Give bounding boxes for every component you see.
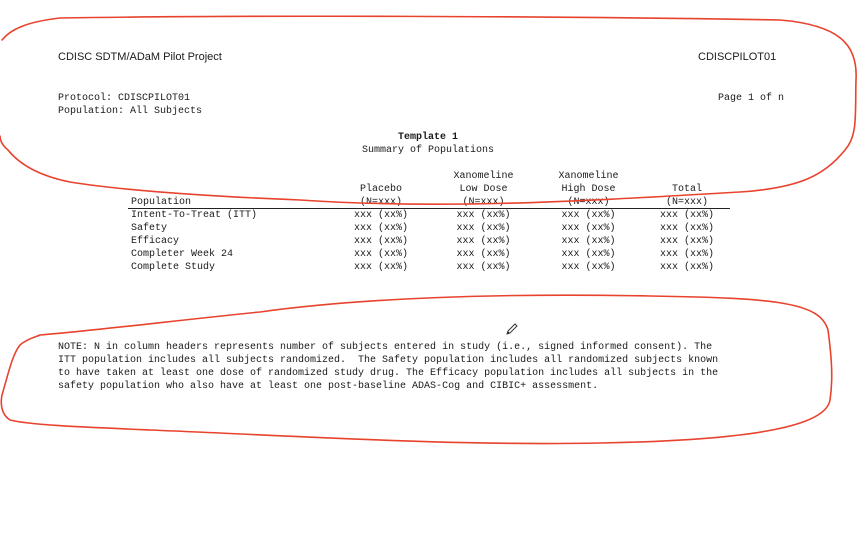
row-label: Safety <box>131 223 168 234</box>
table-cell: xxx (xx%) <box>456 262 511 273</box>
table-cell: xxx (xx%) <box>353 210 408 221</box>
note-line-1: NOTE: N in column headers represents num… <box>58 342 713 353</box>
header-cell <box>331 170 431 183</box>
row-label: Intent-To-Treat (ITT) <box>131 210 258 221</box>
population-label: Population: All Subjects <box>58 106 203 117</box>
table-row: Complete Study xxx (xx%) xxx (xx%) xxx (… <box>131 261 733 274</box>
table-header-row: Placebo Low Dose High Dose Total <box>131 183 733 196</box>
table-row: Safety xxx (xx%) xxx (xx%) xxx (xx%) xxx… <box>131 222 733 235</box>
template-title: Template 1 <box>397 132 458 143</box>
table-cell: xxx (xx%) <box>456 210 511 221</box>
table-cell: xxx (xx%) <box>561 210 616 221</box>
table-cell: xxx (xx%) <box>353 236 408 247</box>
population-table: Xanomeline Xanomeline Placebo Low Dose H… <box>131 170 733 274</box>
template-subtitle: Summary of Populations <box>361 145 495 156</box>
protocol-label: Protocol: CDISCPILOT01 <box>58 93 191 104</box>
table-cell: xxx (xx%) <box>353 262 408 273</box>
header-cell: Placebo <box>359 184 402 195</box>
header-cell: Total <box>671 184 702 195</box>
header-cell: Xanomeline <box>453 171 514 182</box>
table-cell: xxx (xx%) <box>456 249 511 260</box>
table-cell: xxx (xx%) <box>353 249 408 260</box>
table-cell: xxx (xx%) <box>561 223 616 234</box>
header-cell: Low Dose <box>459 184 508 195</box>
note-line-4: safety population who also have at least… <box>58 381 599 392</box>
table-cell: xxx (xx%) <box>561 262 616 273</box>
table-cell: xxx (xx%) <box>456 236 511 247</box>
table-cell: xxx (xx%) <box>456 223 511 234</box>
row-label: Complete Study <box>131 262 216 273</box>
table-cell: xxx (xx%) <box>659 262 714 273</box>
page-number: Page 1 of n <box>718 93 785 104</box>
header-cell: Xanomeline <box>558 171 619 182</box>
table-header-row: Xanomeline Xanomeline <box>131 170 733 183</box>
table-cell: xxx (xx%) <box>659 223 714 234</box>
note-line-2: ITT population includes all subjects ran… <box>58 355 719 366</box>
header-cell <box>131 170 331 183</box>
table-cell: xxx (xx%) <box>659 249 714 260</box>
note-line-3: to have taken at least one dose of rando… <box>58 368 719 379</box>
table-cell: xxx (xx%) <box>659 210 714 221</box>
table-cell: xxx (xx%) <box>659 236 714 247</box>
header-rule <box>128 208 730 209</box>
table-cell: xxx (xx%) <box>561 249 616 260</box>
table-row: Intent-To-Treat (ITT) xxx (xx%) xxx (xx%… <box>131 209 733 222</box>
table-cell: xxx (xx%) <box>561 236 616 247</box>
table-row: Completer Week 24 xxx (xx%) xxx (xx%) xx… <box>131 248 733 261</box>
project-title: CDISC SDTM/ADaM Pilot Project <box>58 51 222 63</box>
row-label: Efficacy <box>131 236 180 247</box>
header-cell: High Dose <box>561 184 616 195</box>
row-label: Completer Week 24 <box>131 249 234 260</box>
table-row: Efficacy xxx (xx%) xxx (xx%) xxx (xx%) x… <box>131 235 733 248</box>
pen-cursor-icon <box>505 322 519 336</box>
header-cell <box>641 170 733 183</box>
study-id: CDISCPILOT01 <box>698 51 777 63</box>
table-cell: xxx (xx%) <box>353 223 408 234</box>
header-cell <box>131 183 331 196</box>
